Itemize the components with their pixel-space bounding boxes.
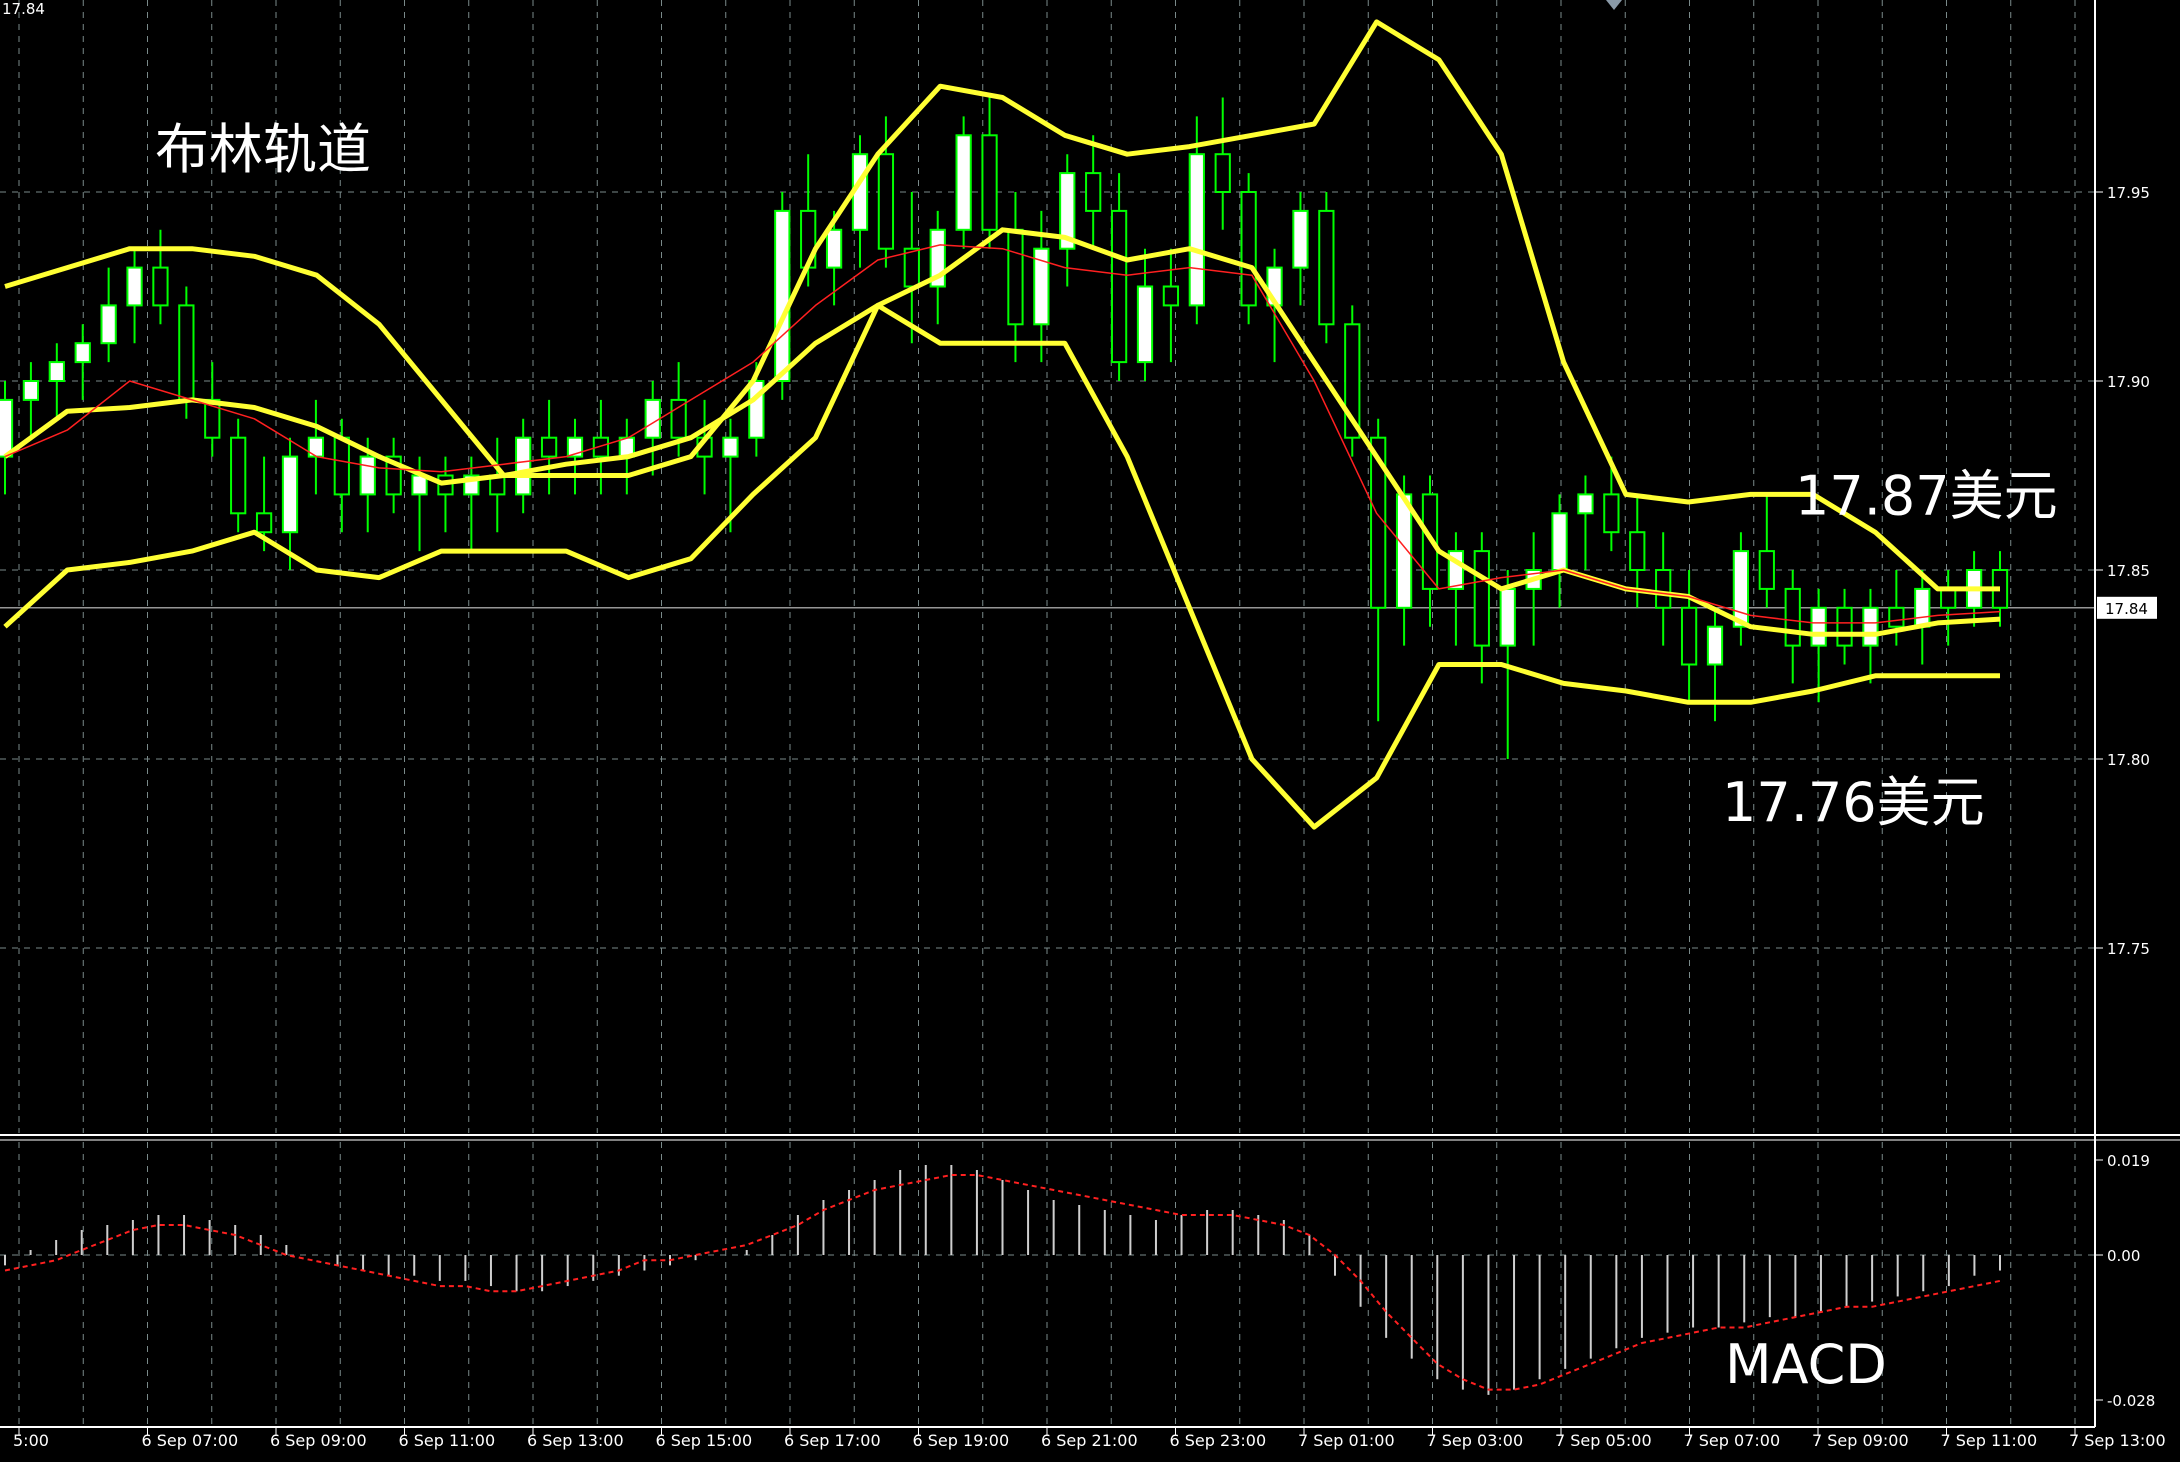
candle-body — [74, 342, 91, 364]
candle-body — [1240, 191, 1257, 307]
candle-body — [1499, 587, 1516, 647]
price-tick-label: 17.85 — [2107, 562, 2150, 580]
macd-tick-label: -0.028 — [2107, 1392, 2155, 1410]
price-tick-label: 17.95 — [2107, 184, 2150, 202]
candle-body — [1758, 550, 1775, 590]
time-tick-label: 6 Sep 13:00 — [527, 1431, 624, 1450]
candle-body — [1629, 531, 1646, 572]
candle-body — [644, 398, 661, 439]
candle-body — [178, 304, 195, 401]
time-tick-label: 6 Sep 09:00 — [270, 1431, 367, 1450]
annotation-lower-price: 17.76美元 — [1722, 771, 1985, 834]
candle-body — [100, 304, 117, 345]
annotation-upper-price: 17.87美元 — [1795, 464, 2058, 527]
candle-body — [1577, 493, 1594, 515]
time-tick-label: 7 Sep 13:00 — [2069, 1431, 2166, 1450]
candle-body — [1110, 209, 1128, 364]
candle-body — [281, 455, 299, 534]
candle-body — [152, 266, 169, 307]
time-tick-label: 5:00 — [13, 1431, 49, 1450]
candle-body — [0, 398, 14, 458]
top-left-price-readout: 17.84 — [2, 0, 45, 18]
candle-body — [359, 455, 376, 496]
time-tick-label: 6 Sep 15:00 — [656, 1431, 753, 1450]
chart-title: 布林轨道 — [155, 118, 371, 181]
candle-body — [877, 153, 895, 250]
candle-body — [1188, 153, 1205, 307]
candle-body — [1136, 285, 1154, 364]
time-tick-label: 7 Sep 07:00 — [1684, 1431, 1781, 1450]
candle-body — [1603, 493, 1620, 534]
time-tick-label: 6 Sep 11:00 — [399, 1431, 496, 1450]
candle-body — [540, 436, 558, 458]
candle-body — [670, 398, 687, 439]
candle-body — [255, 512, 273, 534]
candle-body — [126, 266, 143, 307]
time-tick-label: 6 Sep 23:00 — [1170, 1431, 1267, 1450]
time-tick-label: 6 Sep 19:00 — [913, 1431, 1010, 1450]
candle-body — [1680, 606, 1698, 666]
candle-body — [1888, 606, 1905, 628]
chart-canvas: 5:00 6 Sep 07:00 6 Sep 09:00 6 Sep 11:00 6 S… — [0, 0, 2180, 1462]
candle-body — [1914, 587, 1931, 628]
candle-body — [515, 436, 532, 496]
candle-body — [774, 209, 791, 382]
candle-body — [22, 380, 40, 401]
candle-body — [48, 361, 65, 383]
candle-body — [1551, 512, 1568, 571]
price-tick-label: 17.80 — [2107, 751, 2150, 769]
candle-body — [955, 134, 972, 231]
macd-tick-label: 0.019 — [2107, 1152, 2150, 1170]
time-tick-label: 7 Sep 11:00 — [1941, 1431, 2038, 1450]
candle-body — [1162, 285, 1180, 307]
macd-tick-label: 0.00 — [2107, 1247, 2140, 1265]
candle-body — [1292, 209, 1309, 269]
candle-body — [333, 436, 350, 496]
time-tick-label: 6 Sep 17:00 — [784, 1431, 881, 1450]
candle-body — [1784, 587, 1801, 647]
time-tick-label: 7 Sep 01:00 — [1298, 1431, 1395, 1450]
candle-body — [1085, 172, 1102, 212]
candle-body — [1732, 550, 1750, 628]
candle-body — [1473, 550, 1490, 647]
macd-title: MACD — [1725, 1333, 1887, 1396]
candle-body — [1655, 569, 1672, 609]
price-tick-label: 17.75 — [2107, 940, 2150, 958]
candle-body — [1318, 209, 1335, 326]
candle-body — [1862, 606, 1879, 647]
candle-body — [1940, 587, 1957, 609]
candle-body — [1214, 153, 1231, 193]
candle-body — [981, 134, 998, 231]
candle-body — [1810, 606, 1827, 647]
candle-body — [1836, 606, 1853, 647]
time-tick-label: 7 Sep 09:00 — [1812, 1431, 1909, 1450]
candle-body — [1706, 625, 1724, 666]
price-tick-label: 17.90 — [2107, 373, 2150, 391]
candle-body — [1395, 493, 1413, 609]
candle-body — [903, 247, 920, 288]
candle-body — [825, 228, 843, 269]
candle-body — [230, 436, 247, 515]
time-tick-label: 7 Sep 03:00 — [1427, 1431, 1524, 1450]
candle-body — [1007, 228, 1024, 326]
time-tick-label: 7 Sep 05:00 — [1555, 1431, 1652, 1450]
time-tick-label: 6 Sep 21:00 — [1041, 1431, 1138, 1450]
current-price-label: 17.84 — [2105, 600, 2148, 618]
time-tick-label: 6 Sep 07:00 — [142, 1431, 239, 1450]
candle-body — [722, 436, 739, 458]
